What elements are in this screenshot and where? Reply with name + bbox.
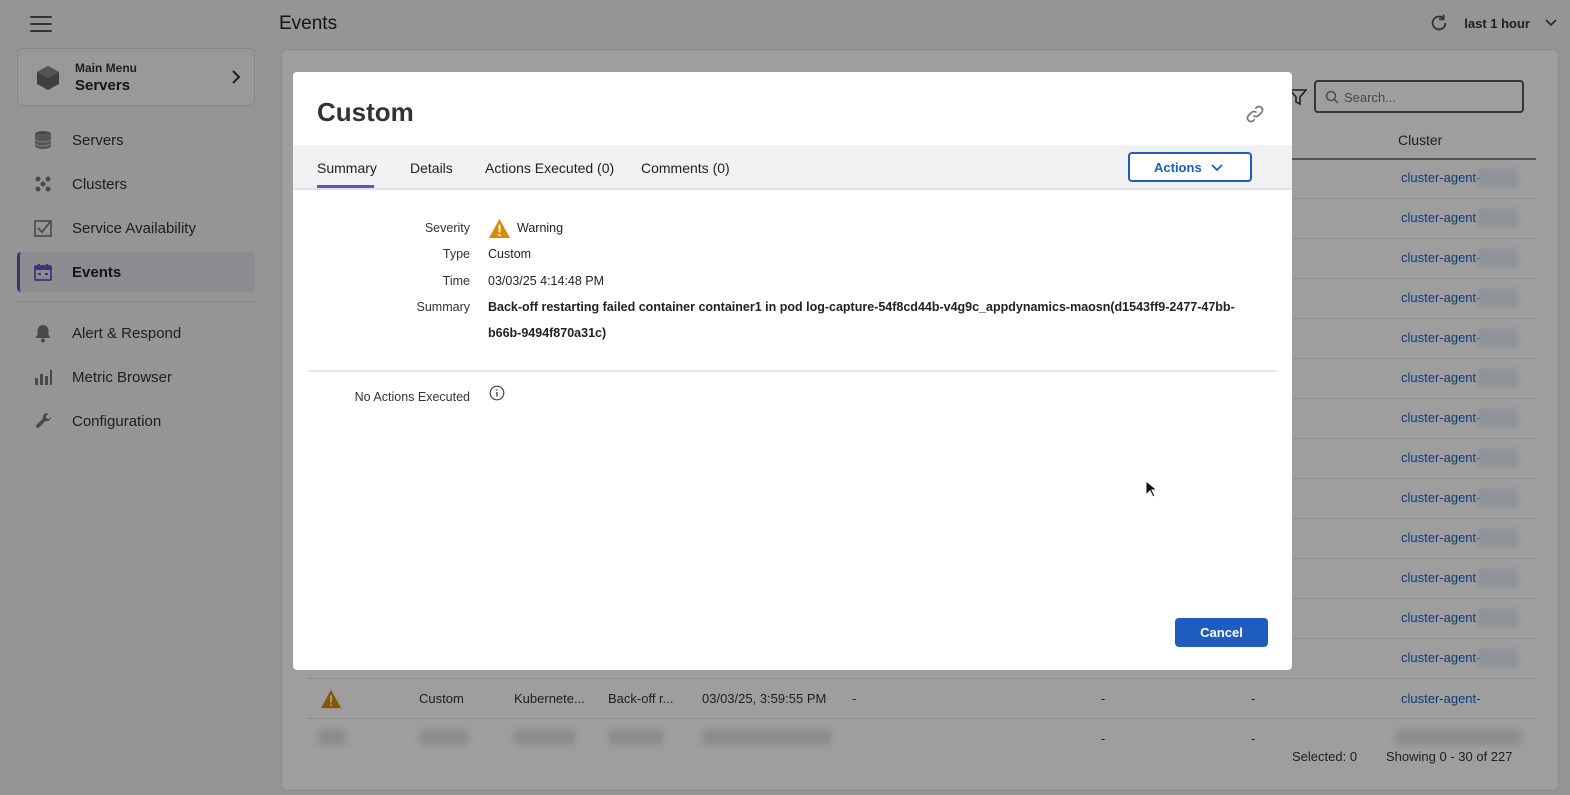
chevron-down-icon [1211, 164, 1223, 172]
dialog-divider [308, 370, 1277, 372]
active-tab-indicator [317, 185, 374, 188]
event-detail-dialog: Custom Summary Details Actions Executed … [293, 72, 1292, 670]
type-label: Type [442, 247, 470, 261]
tab-summary[interactable]: Summary [317, 160, 377, 176]
mouse-cursor-icon [1145, 480, 1157, 498]
tab-actions-executed[interactable]: Actions Executed (0) [485, 160, 614, 176]
actions-dropdown-button[interactable]: Actions [1128, 152, 1252, 182]
warning-icon [489, 218, 510, 239]
type-value: Custom [488, 247, 532, 261]
severity-label: Severity [424, 221, 470, 235]
dialog-title: Custom [317, 97, 414, 127]
tab-details[interactable]: Details [410, 160, 453, 176]
cancel-button[interactable]: Cancel [1175, 618, 1268, 647]
summary-label: Summary [416, 300, 470, 314]
actions-button-label: Actions [1154, 160, 1202, 175]
time-value: 03/03/25 4:14:48 PM [488, 274, 605, 288]
time-label: Time [442, 274, 470, 288]
info-icon[interactable] [489, 385, 505, 401]
link-icon[interactable] [1245, 104, 1265, 124]
severity-value: Warning [517, 221, 564, 235]
no-actions-label: No Actions Executed [354, 390, 470, 404]
summary-value: Back-off restarting failed container con… [488, 300, 1235, 340]
tab-comments[interactable]: Comments (0) [641, 160, 730, 176]
